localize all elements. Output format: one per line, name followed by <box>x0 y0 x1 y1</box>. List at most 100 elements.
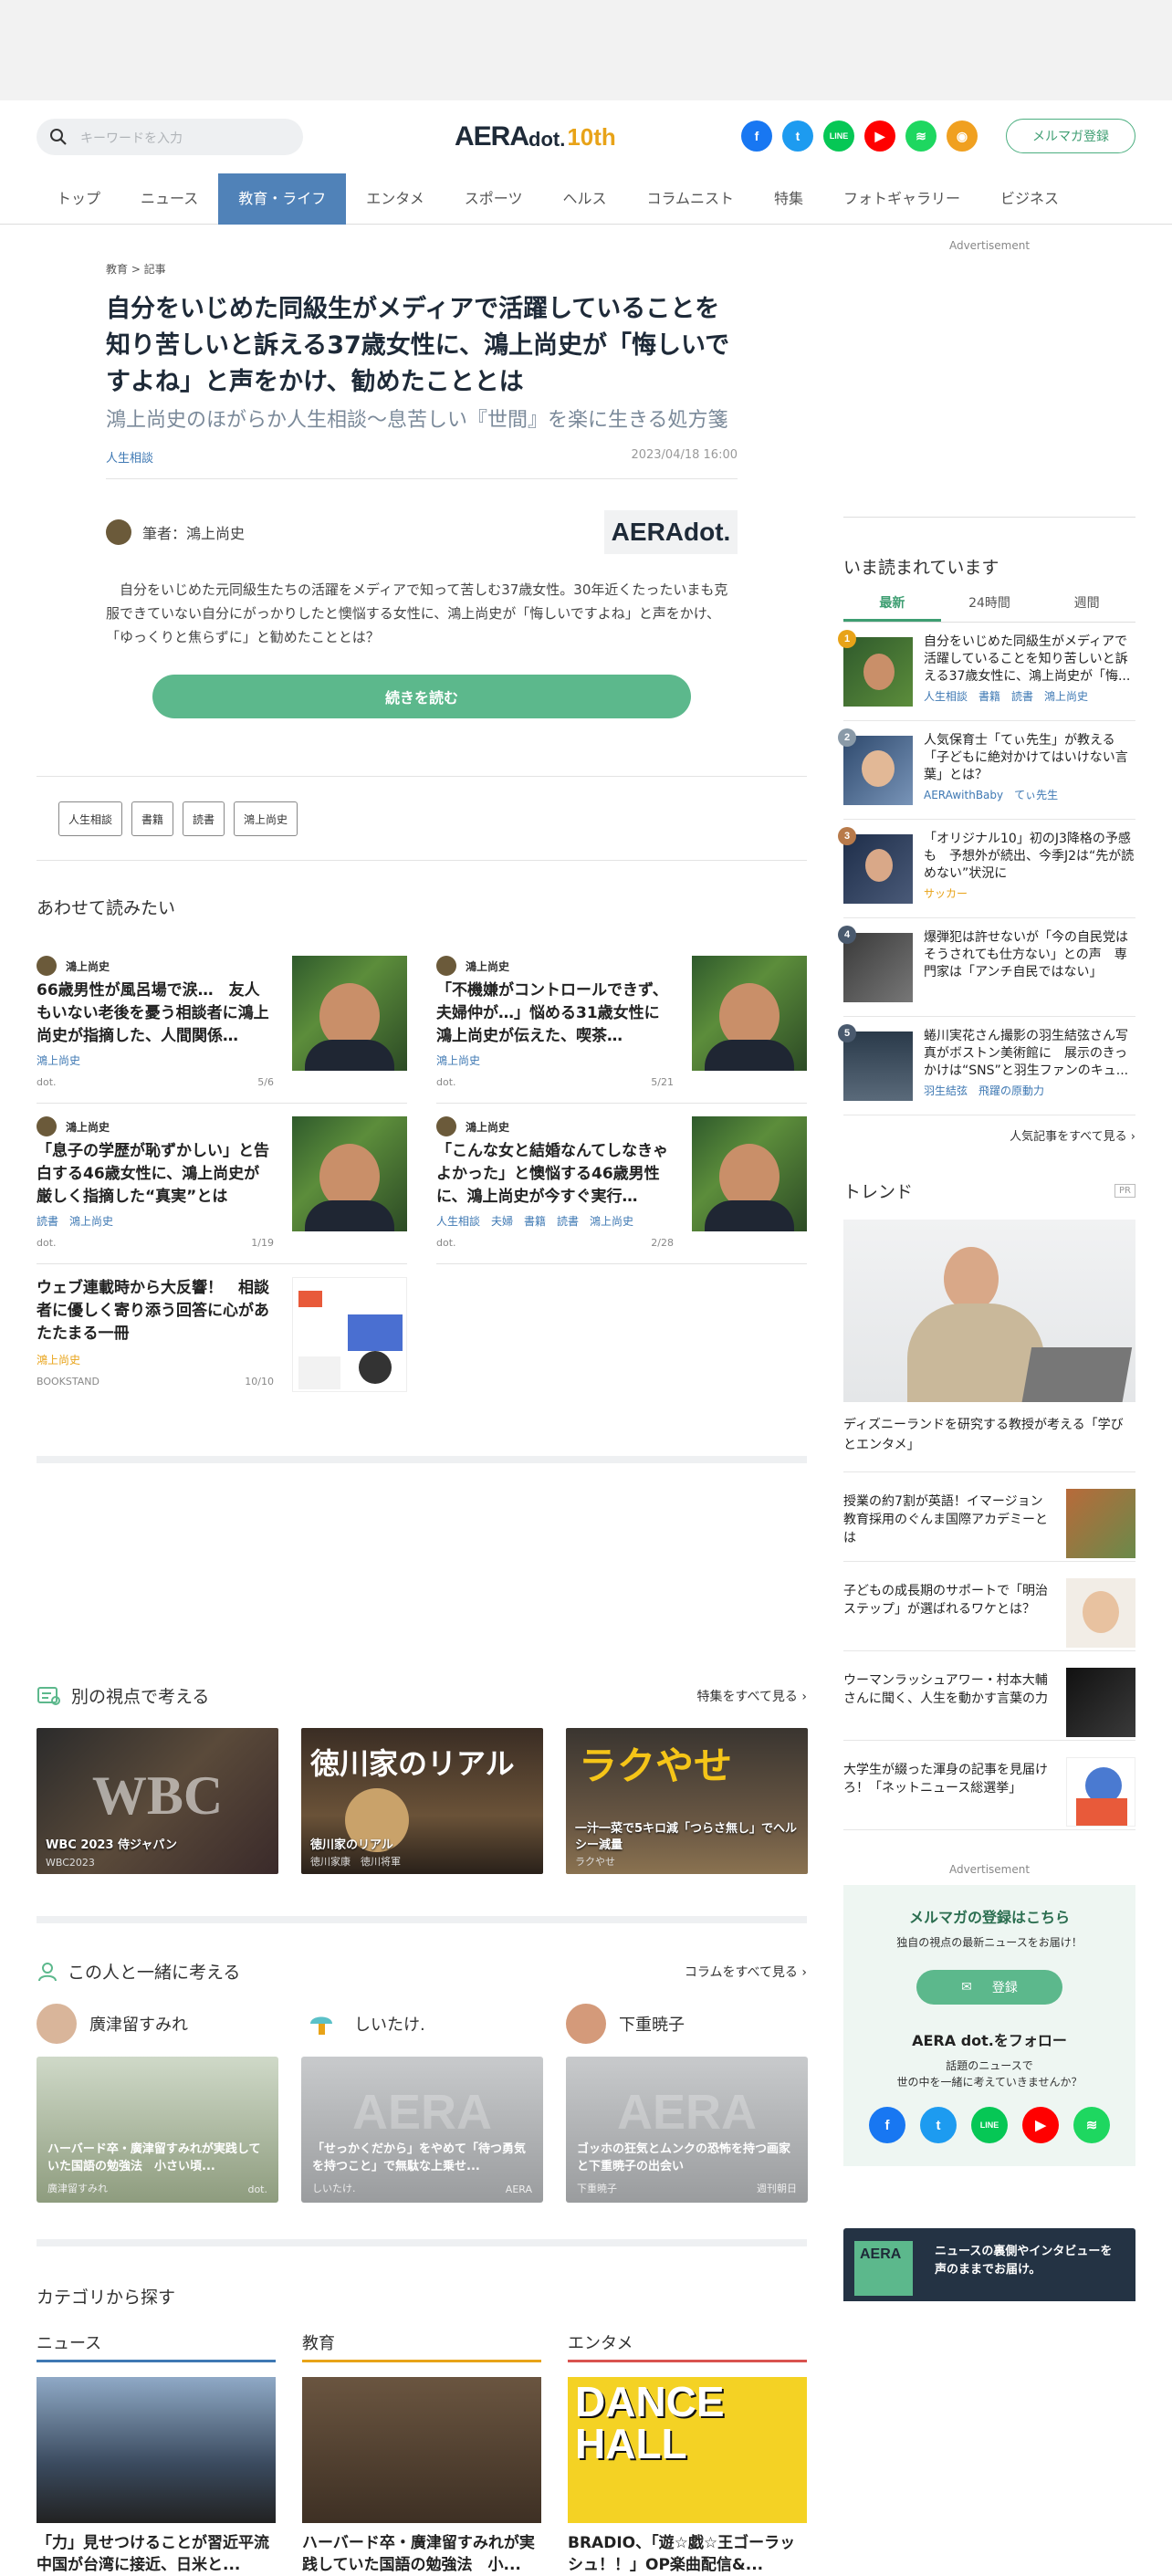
column-thumbnail: AERA ゴッホの狂気とムンクの恐怖を持つ画家と下重暁子の出会い 下重暁子 週刊… <box>566 2057 808 2203</box>
related-item[interactable]: 鴻上尚史 「息子の学歴が恥ずかしい」と告白する46歳女性に、鴻上尚史が厳しく指摘… <box>37 1104 407 1264</box>
related-thumbnail <box>692 1116 807 1231</box>
facebook-icon[interactable]: f <box>741 120 772 152</box>
search-input[interactable]: キーワードを入力 <box>37 119 303 155</box>
section-heading: あわせて読みたい <box>37 898 176 918</box>
ranking-item[interactable]: 4 爆弾犯は許せないが「今の自民党はそうされても仕方ない」との声 専門家は「アン… <box>838 918 1135 1017</box>
ranking-item[interactable]: 2 人気保育士「てぃ先生」が教える「子どもに絶対かけてはいけない言葉」とは？ A… <box>838 721 1135 820</box>
trend-thumbnail <box>1066 1668 1135 1737</box>
see-all-columns-link[interactable]: コラムをすべて見る › <box>685 1963 807 1981</box>
youtube-icon[interactable]: ▶ <box>1022 2107 1059 2143</box>
category-education[interactable]: 教育 <box>302 2330 541 2362</box>
nav-item-top[interactable]: トップ <box>37 173 120 225</box>
newsletter-button[interactable]: メルマガ登録 <box>1006 119 1135 153</box>
see-all-popular-link[interactable]: 人気記事をすべて見る › <box>843 1126 1135 1144</box>
publisher-logo: AERAdot. <box>604 510 738 554</box>
related-thumbnail <box>292 1116 407 1231</box>
divider <box>843 517 1135 518</box>
feature-card[interactable]: WBC WBC 2023 侍ジャパン WBC2023 <box>37 1728 278 1874</box>
category-thumbnail[interactable]: DANCE HALL <box>568 2377 807 2523</box>
see-all-features-link[interactable]: 特集をすべて見る › <box>696 1687 807 1705</box>
related-item[interactable]: ウェブ連載時から大反響！ 相談者に優しく寄り添う回答に心があたたまる一冊 鴻上尚… <box>37 1264 407 1425</box>
tab-latest[interactable]: 最新 <box>843 593 941 622</box>
twitter-icon[interactable]: t <box>920 2107 957 2143</box>
ad-label: Advertisement <box>948 239 1031 252</box>
article-lead: 自分をいじめた元同級生たちの活躍をメディアで知って苦しむ37歳女性。30年近くた… <box>106 581 728 645</box>
tab-24h[interactable]: 24時間 <box>941 593 1039 622</box>
trend-main-title[interactable]: ディズニーランドを研究する教授が考える「学びとエンタメ」 <box>843 1415 1135 1472</box>
trend-item[interactable]: 子どもの成長期のサポートで「明治ステップ」が選ばれるワケとは？ <box>843 1562 1135 1651</box>
related-item[interactable]: 鴻上尚史 「不機嫌がコントロールできず、夫婦仲が…」悩める31歳女性に鴻上尚史が… <box>436 943 807 1104</box>
category-entertainment[interactable]: エンタメ <box>568 2330 807 2362</box>
columnist-card[interactable]: しいたけ. AERA 「せっかくだから」をやめて「待つ勇気を持つこと」で無駄な上… <box>301 2004 543 2203</box>
rss-icon[interactable]: ◉ <box>947 120 978 152</box>
chevron-right-icon: › <box>801 1964 807 1980</box>
chevron-right-icon: › <box>801 1689 807 1704</box>
nav-item-news[interactable]: ニュース <box>120 173 218 225</box>
search-placeholder: キーワードを入力 <box>80 131 183 146</box>
mushroom-icon <box>301 2004 341 2044</box>
section-divider <box>37 1456 807 1463</box>
nav-item-business[interactable]: ビジネス <box>980 173 1079 225</box>
article-category[interactable]: 人生相談 <box>106 448 153 466</box>
author-name[interactable]: 筆者：鴻上尚史 <box>142 521 245 543</box>
read-more-button[interactable]: 続きを読む <box>152 675 691 718</box>
ranking-item[interactable]: 3 「オリジナル10」初のJ3降格の予感も 予想外が続出、今季J2は“先が読めな… <box>838 820 1135 918</box>
top-ad-space <box>0 0 1172 100</box>
ranking-item[interactable]: 1 自分をいじめた同級生がメディアで活躍していることを知り苦しいと訴える37歳女… <box>838 623 1135 721</box>
trend-item[interactable]: 大学生が綴った渾身の記事を見届けろ！「ネットニュース総選挙」 <box>843 1741 1135 1830</box>
category-column: 教育 ハーバード卒・廣津留すみれが実践していた国語の勉強法 小... <box>302 2330 541 2576</box>
nav-item-health[interactable]: ヘルス <box>542 173 626 225</box>
nav-item-entertainment[interactable]: エンタメ <box>346 173 445 225</box>
youtube-icon[interactable]: ▶ <box>864 120 895 152</box>
category-thumbnail[interactable] <box>37 2377 276 2523</box>
article-date: 2023/04/18 16:00 <box>631 448 738 462</box>
nav-item-sports[interactable]: スポーツ <box>445 173 543 225</box>
line-icon[interactable]: LINE <box>823 120 854 152</box>
category-column: エンタメ DANCE HALL BRADIO、「遊☆戯☆王ゴーラッシュ！！」OP楽… <box>568 2330 807 2576</box>
related-item[interactable]: 鴻上尚史 「こんな女と結婚なんてしなきゃよかった」と懊悩する46歳男性に、鴻上尚… <box>436 1104 807 1264</box>
feature-card[interactable]: 徳川家のリアル 徳川家のリアル 徳川家康 徳川将軍 <box>301 1728 543 1874</box>
category-thumbnail[interactable] <box>302 2377 541 2523</box>
author-avatar <box>37 1116 57 1136</box>
category-news[interactable]: ニュース <box>37 2330 276 2362</box>
category-section: カテゴリから探す ニュース 「力」見せつけることが習近平流 中国が台湾に接近、日… <box>37 2284 807 2576</box>
trend-main-image[interactable] <box>843 1220 1135 1402</box>
twitter-icon[interactable]: t <box>782 120 813 152</box>
article-subtitle[interactable]: 鴻上尚史のほがらか人生相談～息苦しい『世間』を楽に生きる処方箋 <box>106 406 738 435</box>
nav-item-feature[interactable]: 特集 <box>754 173 823 225</box>
trend-item[interactable]: ウーマンラッシュアワー・村本大輔さんに聞く、人生を動かす言葉の力 <box>843 1651 1135 1741</box>
line-icon[interactable]: LINE <box>971 2107 1008 2143</box>
facebook-icon[interactable]: f <box>869 2107 905 2143</box>
tab-weekly[interactable]: 週間 <box>1038 593 1135 622</box>
tag-item[interactable]: 読書 <box>183 801 225 836</box>
columnist-card[interactable]: 下重暁子 AERA ゴッホの狂気とムンクの恐怖を持つ画家と下重暁子の出会い 下重… <box>566 2004 808 2203</box>
columnist-card[interactable]: 廣津留すみれ ハーバード卒・廣津留すみれが実践していた国語の勉強法 小さい頃..… <box>37 2004 278 2203</box>
section-heading: 別の視点で考える <box>71 1687 210 1707</box>
pr-badge: PR <box>1114 1184 1135 1198</box>
mail-icon: ✉ <box>961 1980 972 1995</box>
ranking-thumbnail <box>843 736 913 805</box>
nav-item-education-life[interactable]: 教育・ライフ <box>218 173 347 225</box>
tag-item[interactable]: 人生相談 <box>58 801 123 836</box>
section-divider <box>37 1916 807 1923</box>
tag-item[interactable]: 鴻上尚史 <box>234 801 298 836</box>
trend-heading: トレンド <box>843 1182 914 1202</box>
aera-dot-logo: AERA <box>854 2241 913 2296</box>
trend-thumbnail <box>1066 1578 1135 1648</box>
newsletter-box: メルマガの登録はこちら 独自の視点の最新ニュースをお届け！ ✉ 登録 AERA d… <box>843 1885 1135 2166</box>
nav-item-photo-gallery[interactable]: フォトギャラリー <box>823 173 980 225</box>
trend-item[interactable]: 授業の約7割が英語！イマージョン教育採用のぐんま国際アカデミーとは <box>843 1472 1135 1562</box>
nav-item-columnist[interactable]: コラムニスト <box>626 173 754 225</box>
section-divider <box>37 2239 807 2246</box>
feature-card[interactable]: ラクやせ 一汁一菜で5キロ減「つらさ無し」でヘルシー減量 ラクやせ <box>566 1728 808 1874</box>
newsletter-register-button[interactable]: ✉ 登録 <box>916 1970 1062 2005</box>
tag-item[interactable]: 書籍 <box>131 801 174 836</box>
site-logo[interactable]: AERA dot. 10th <box>455 120 616 153</box>
spotify-icon[interactable]: ≋ <box>1073 2107 1110 2143</box>
podcast-ad-banner[interactable]: AERA ニュースの裏側やインタビューを声のままでお届け。 <box>843 2228 1135 2301</box>
spotify-icon[interactable]: ≋ <box>905 120 937 152</box>
tag-list: 人生相談 書籍 読書 鴻上尚史 <box>58 801 298 836</box>
breadcrumb[interactable]: 教育 > 記事 <box>106 261 738 277</box>
related-item[interactable]: 鴻上尚史 66歳男性が風呂場で涙… 友人もいない老後を憂う相談者に鴻上尚史が指摘… <box>37 943 407 1104</box>
ranking-item[interactable]: 5 蜷川実花さん撮影の羽生結弦さん写真がボストン美術館に 展示のきっかけは“SN… <box>838 1017 1135 1115</box>
